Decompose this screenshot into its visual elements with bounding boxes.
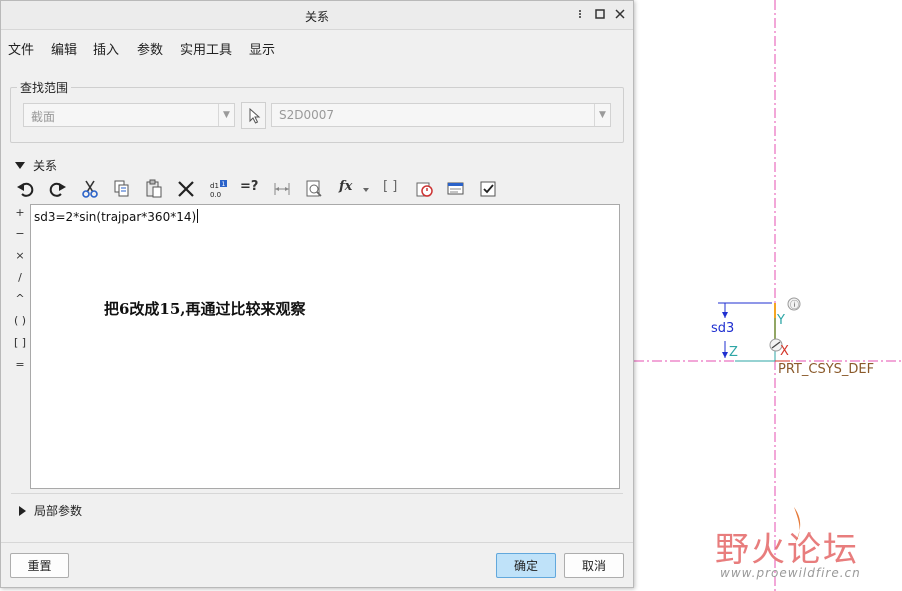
search-scope-legend: 查找范围 <box>17 79 72 96</box>
relations-toolbar: d1 0.0 1 =? fx [ ] <box>11 176 611 202</box>
dialog-title: 关系 <box>304 10 329 24</box>
scope-object-value: S2D0007 <box>279 108 335 122</box>
show-dimensions-icon[interactable] <box>443 176 469 202</box>
dialog-titlebar[interactable]: 关系 <box>1 1 633 30</box>
collapse-triangle-icon <box>15 162 25 169</box>
relation-line: sd3=2*sin(trajpar*360*14) <box>34 209 199 224</box>
cancel-button[interactable]: 取消 <box>564 553 624 578</box>
operator-power[interactable]: ^ <box>11 292 29 305</box>
brackets-icon[interactable]: [ ] <box>383 179 397 194</box>
maximize-icon[interactable] <box>593 7 607 21</box>
delete-icon[interactable] <box>173 176 199 202</box>
dim-arrow-top <box>722 312 728 318</box>
scope-object-select[interactable]: S2D0007 ▼ <box>271 103 611 127</box>
copy-icon[interactable] <box>109 176 135 202</box>
flame-icon <box>794 507 801 543</box>
function-dropdown-icon[interactable] <box>359 176 373 202</box>
svg-text:1: 1 <box>222 181 226 188</box>
watermark-logo: 野火论坛 www.proewildfire.cn <box>715 500 890 585</box>
divider <box>1 542 633 543</box>
menu-parameters[interactable]: 参数 <box>137 39 163 58</box>
chevron-down-icon: ▼ <box>218 104 234 126</box>
x-axis-label: X <box>780 344 789 359</box>
csys-label: PRT_CSYS_DEF <box>778 362 875 377</box>
menu-edit[interactable]: 编辑 <box>51 39 77 58</box>
insert-parameter-icon[interactable] <box>301 176 327 202</box>
chevron-down-icon: ▼ <box>594 104 610 126</box>
svg-text:d1: d1 <box>210 182 219 190</box>
operator-minus[interactable]: − <box>11 227 29 240</box>
reset-button[interactable]: 重置 <box>10 553 69 578</box>
collapse-icon[interactable] <box>573 7 587 21</box>
text-caret <box>197 209 199 223</box>
y-axis-label: Y <box>777 313 785 328</box>
local-params-toggle[interactable]: 局部参数 <box>19 502 82 519</box>
menu-display[interactable]: 显示 <box>249 39 275 58</box>
checklist-icon[interactable] <box>475 176 501 202</box>
paste-icon[interactable] <box>141 176 167 202</box>
cursor-icon <box>249 107 260 124</box>
sort-relations-icon[interactable]: d1 0.0 1 <box>205 176 231 202</box>
svg-text:ⓘ: ⓘ <box>790 300 799 311</box>
menu-bar: 文件 编辑 插入 参数 实用工具 显示 <box>1 31 633 61</box>
relations-section-toggle[interactable]: 关系 <box>15 157 57 174</box>
dim-arrow-bottom <box>722 352 728 358</box>
operator-parentheses[interactable]: ( ) <box>11 314 29 327</box>
menu-file[interactable]: 文件 <box>8 39 34 58</box>
insert-function-icon[interactable]: fx <box>339 179 352 194</box>
close-icon[interactable] <box>613 7 627 21</box>
scope-type-select[interactable]: 截面 ▼ <box>23 103 235 127</box>
ok-button[interactable]: 确定 <box>496 553 556 578</box>
relation-text: sd3=2*sin(trajpar*360*14) <box>34 210 197 224</box>
divider <box>11 493 623 494</box>
scope-type-value: 截面 <box>31 110 56 124</box>
relations-editor[interactable]: sd3=2*sin(trajpar*360*14) 把6改成15,再通过比较来观… <box>30 204 620 489</box>
operator-plus[interactable]: + <box>11 206 29 219</box>
cut-icon[interactable] <box>77 176 103 202</box>
annotation-note: 把6改成15,再通过比较来观察 <box>104 300 306 318</box>
pick-object-button[interactable] <box>241 102 266 129</box>
local-params-label: 局部参数 <box>34 504 83 518</box>
redo-icon[interactable] <box>44 176 70 202</box>
svg-text:0.0: 0.0 <box>210 191 221 199</box>
operator-multiply[interactable]: × <box>11 249 29 262</box>
operator-divide[interactable]: / <box>11 271 29 284</box>
relations-section-label: 关系 <box>33 159 58 173</box>
dimension-label[interactable]: sd3 <box>711 321 734 336</box>
operator-equals[interactable]: = <box>11 358 29 371</box>
menu-utilities[interactable]: 实用工具 <box>180 39 232 58</box>
relations-dialog: 关系 文件 编辑 插入 参数 实用工具 显示 查找范围 截面 ▼ S2D0007… <box>0 0 634 588</box>
expand-triangle-icon <box>19 506 26 516</box>
menu-insert[interactable]: 插入 <box>93 39 119 58</box>
watermark-url: www.proewildfire.cn <box>720 566 861 580</box>
operator-brackets[interactable]: [ ] <box>11 336 29 349</box>
insert-dimension-icon[interactable] <box>269 176 295 202</box>
z-axis-label: Z <box>729 345 738 360</box>
undo-icon[interactable] <box>13 176 39 202</box>
verify-relations-icon[interactable] <box>411 176 437 202</box>
evaluate-icon[interactable]: =? <box>240 179 258 194</box>
